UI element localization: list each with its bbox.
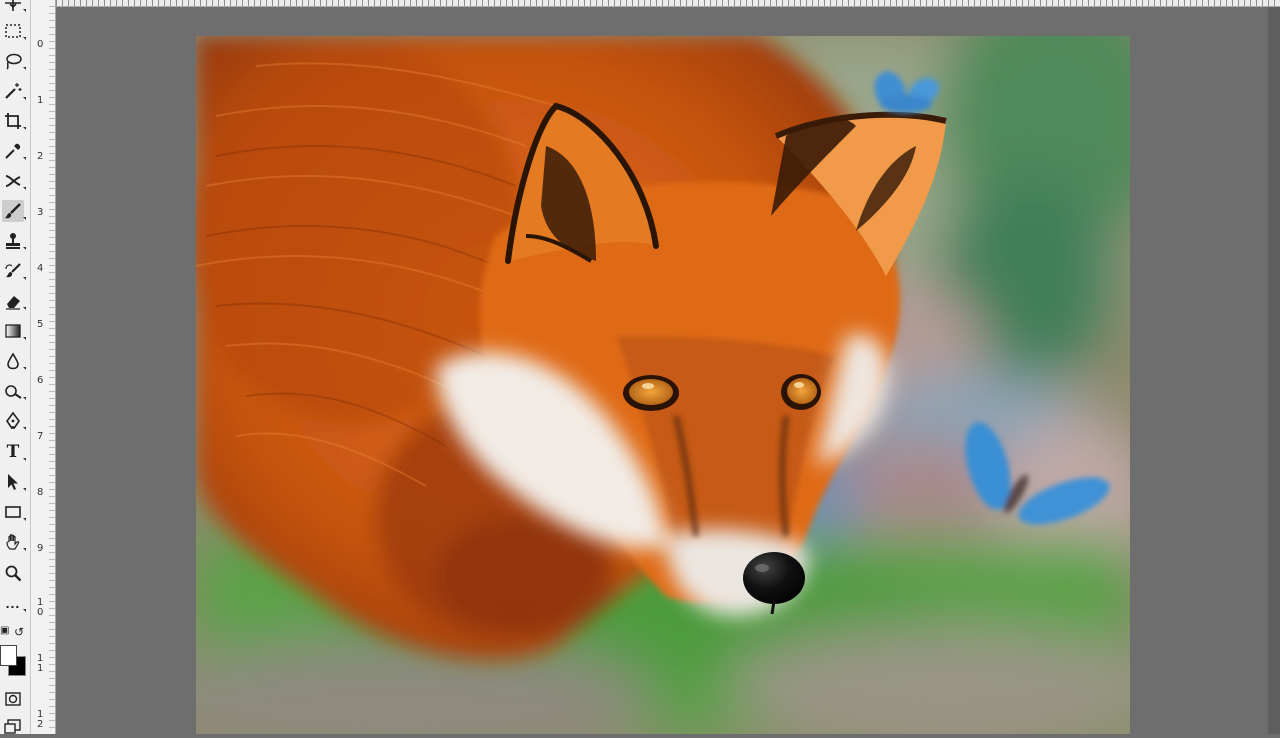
healing-brush-icon — [5, 175, 21, 187]
ruler-number: 0 — [37, 39, 44, 50]
type-tool[interactable]: T — [2, 441, 26, 463]
crop-tool[interactable] — [2, 110, 26, 132]
ruler-number: 9 — [37, 543, 44, 554]
rectangular-marquee-icon — [5, 24, 21, 38]
default-colors-icon[interactable]: ▣ — [0, 625, 9, 636]
brush-tool[interactable] — [2, 200, 26, 222]
quick-mask-button[interactable] — [2, 688, 24, 710]
history-brush-tool[interactable] — [2, 260, 26, 282]
eyedropper-icon — [5, 143, 21, 159]
hand-icon — [6, 534, 20, 550]
crop-icon — [5, 113, 21, 129]
quick-mask-icon — [5, 692, 21, 706]
rectangle-icon — [5, 506, 21, 518]
eraser-tool[interactable] — [2, 290, 26, 312]
fox-left-eye — [623, 375, 679, 411]
ruler-number: 5 — [37, 319, 44, 330]
ruler-number: 4 — [37, 263, 44, 274]
panel-edge — [1268, 7, 1280, 734]
clone-stamp-tool[interactable] — [2, 230, 26, 252]
move-tool[interactable] — [2, 0, 26, 14]
ruler-number: 1 0 — [37, 597, 44, 618]
tools-panel: T ... ▣ ↺ — [0, 0, 31, 734]
arrow-cursor-icon — [8, 474, 18, 490]
zoom-tool[interactable] — [2, 562, 24, 584]
gradient-icon — [5, 324, 21, 338]
history-brush-icon — [5, 263, 21, 278]
pen-tool[interactable] — [2, 410, 26, 432]
marquee-tool[interactable] — [2, 20, 26, 42]
foreground-color-swatch[interactable] — [0, 645, 17, 666]
document-canvas[interactable] — [196, 36, 1130, 734]
gradient-tool[interactable] — [2, 320, 26, 342]
screen-mode-icon — [4, 719, 21, 734]
magic-wand-tool[interactable] — [2, 80, 26, 102]
ruler-number: 1 — [37, 95, 44, 106]
ruler-number: 1 2 — [37, 709, 44, 730]
lasso-icon — [6, 53, 22, 70]
ruler-number: 7 — [37, 431, 44, 442]
pen-icon — [6, 412, 20, 429]
fox-right-eye — [781, 374, 821, 410]
ruler-number: 2 — [37, 151, 44, 162]
move-icon — [5, 0, 21, 11]
fox-painting — [196, 36, 1130, 734]
rectangle-tool[interactable] — [2, 501, 26, 523]
zoom-icon — [5, 565, 22, 582]
more-dots-icon: ... — [5, 595, 21, 611]
dodge-icon — [5, 385, 22, 399]
ruler-number: 3 — [37, 207, 44, 218]
more-tools[interactable]: ... — [2, 592, 26, 614]
ruler-number: 6 — [37, 375, 44, 386]
type-icon: T — [6, 441, 20, 462]
lasso-tool[interactable] — [2, 50, 26, 72]
brush-icon — [5, 203, 21, 219]
healing-tool[interactable] — [2, 170, 26, 192]
blur-tool[interactable] — [2, 350, 26, 372]
dodge-tool[interactable] — [2, 380, 26, 402]
horizontal-ruler[interactable] — [56, 0, 1280, 7]
clone-stamp-icon — [6, 233, 20, 249]
screen-mode-button[interactable] — [2, 716, 24, 738]
vertical-ruler[interactable]: 0 1 2 3 4 5 6 7 8 9 1 0 1 1 1 2 — [31, 0, 56, 734]
blur-drop-icon — [7, 352, 19, 370]
eraser-icon — [6, 296, 20, 310]
magic-wand-icon — [5, 83, 22, 99]
ruler-number: 8 — [37, 487, 44, 498]
eyedropper-tool[interactable] — [2, 140, 26, 162]
swap-colors-icon[interactable]: ↺ — [14, 625, 24, 639]
path-selection-tool[interactable] — [2, 471, 26, 493]
hand-tool[interactable] — [2, 531, 26, 553]
ruler-number: 1 1 — [37, 653, 44, 674]
